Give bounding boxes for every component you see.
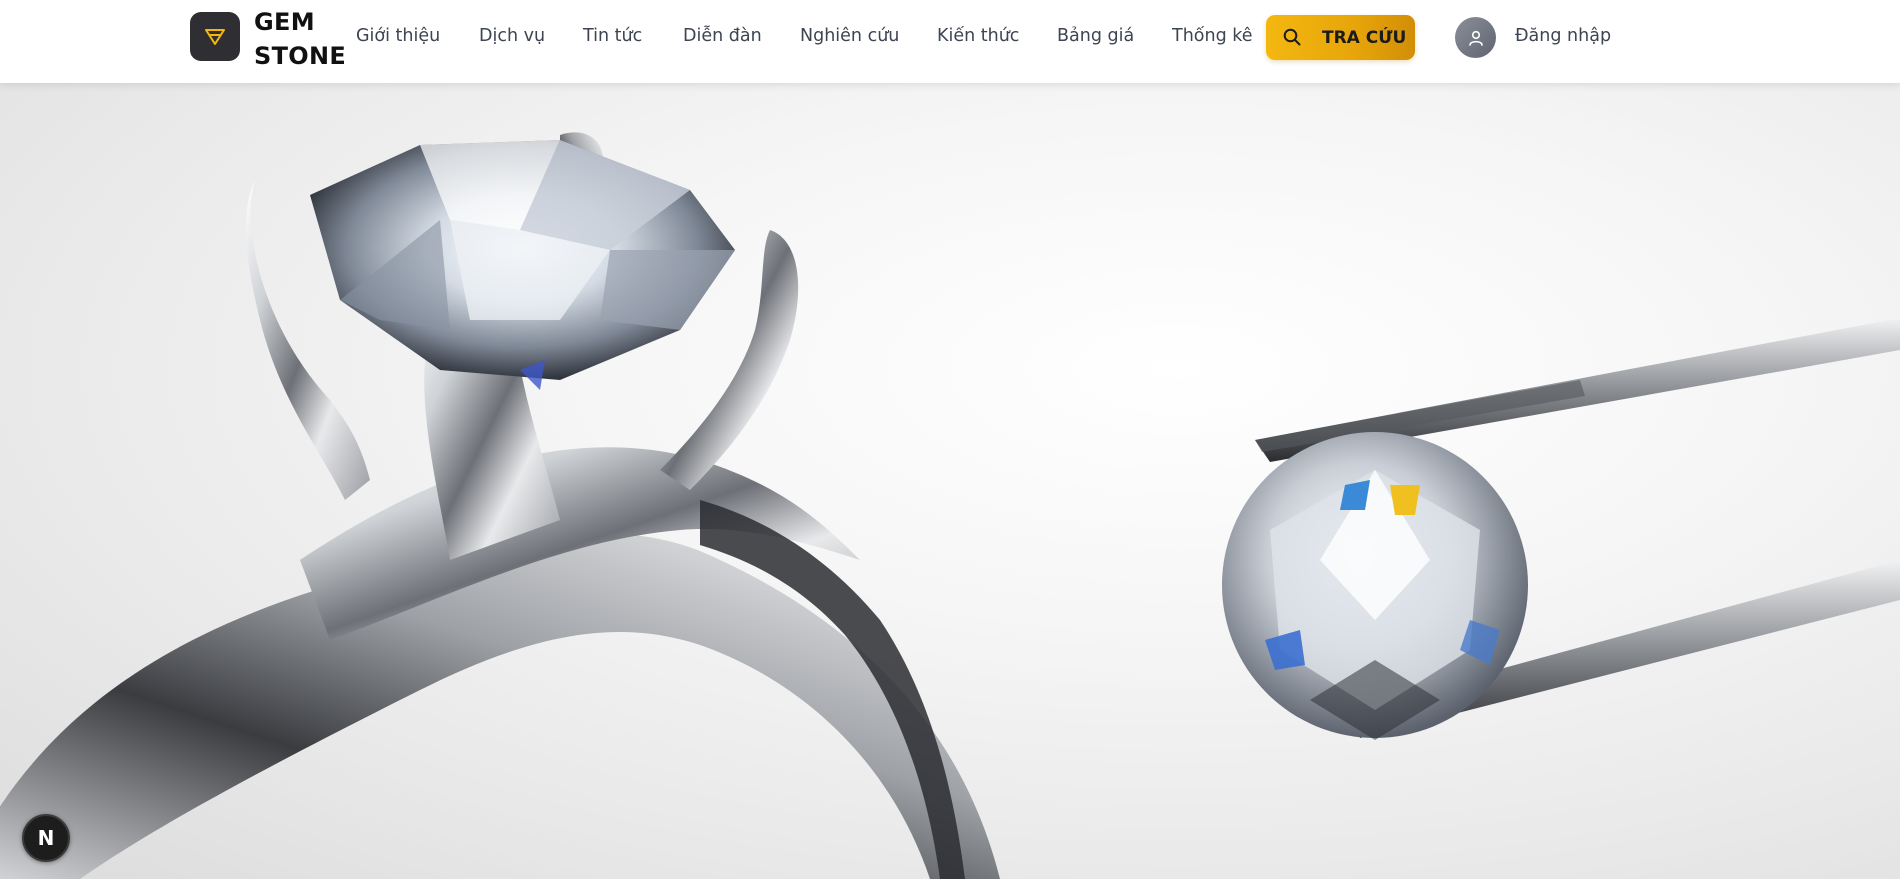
dev-tools-badge[interactable]: N	[22, 814, 70, 862]
nav-item-bang-gia[interactable]: Bảng giá	[1057, 26, 1134, 46]
diamond-outline-icon	[205, 28, 225, 45]
brand-name-line1: GEM	[254, 8, 315, 36]
nav-item-kien-thuc[interactable]: Kiến thức	[937, 26, 1019, 46]
login-link[interactable]: Đăng nhập	[1515, 26, 1611, 46]
nav-item-thong-ke[interactable]: Thống kê	[1172, 26, 1253, 46]
nav-item-tin-tuc[interactable]: Tin tức	[583, 26, 642, 46]
brand-logo[interactable]	[190, 12, 240, 61]
nav-item-gioi-thieu[interactable]: Giới thiệu	[356, 26, 440, 46]
brand-name-line2: STONE	[254, 42, 347, 70]
lookup-button-label: TRA CỨU	[1322, 28, 1407, 48]
search-icon	[1283, 28, 1301, 46]
nav-item-dich-vu[interactable]: Dịch vụ	[479, 26, 545, 46]
hero-image	[0, 132, 1900, 879]
nav-item-dien-dan[interactable]: Diễn đàn	[683, 26, 762, 46]
brand-name[interactable]: GEM STONE	[254, 5, 346, 73]
nav-item-nghien-cuu[interactable]: Nghiên cứu	[800, 26, 899, 46]
lookup-button[interactable]: TRA CỨU	[1266, 15, 1415, 60]
hero-banner	[0, 0, 1900, 879]
user-icon	[1468, 30, 1483, 46]
top-navbar: GEM STONE Giới thiệu Dịch vụ Tin tức Diễ…	[0, 0, 1900, 83]
dev-badge-label: N	[37, 826, 55, 850]
user-avatar[interactable]	[1455, 17, 1496, 58]
